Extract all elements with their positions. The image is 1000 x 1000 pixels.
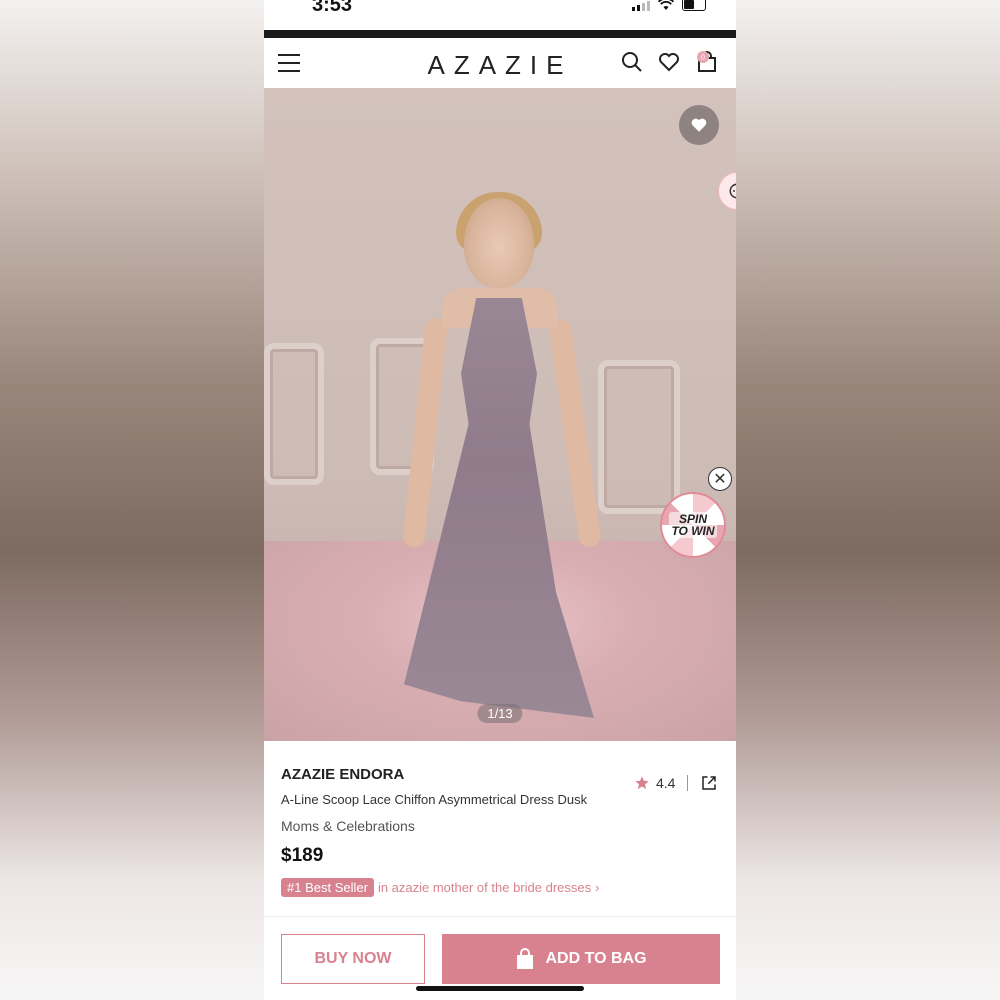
heart-icon[interactable] xyxy=(657,50,681,74)
star-icon xyxy=(635,776,649,789)
site-header: AZAZIE 0 xyxy=(264,38,736,88)
heart-icon xyxy=(691,118,707,132)
battery-icon xyxy=(682,0,706,11)
close-icon[interactable]: ✕ xyxy=(708,467,732,491)
search-icon[interactable] xyxy=(620,50,644,74)
best-seller-badge: #1 Best Seller xyxy=(281,878,374,897)
cart-count: 0 xyxy=(701,55,705,62)
phone-screen: 3:53 AZAZIE 0 1/13 ✕ SPIN TO WIN AZAZIE … xyxy=(264,0,736,1000)
home-indicator[interactable] xyxy=(416,986,584,991)
image-counter: 1/13 xyxy=(477,704,523,723)
share-icon[interactable] xyxy=(700,774,718,792)
rating[interactable]: 4.4 xyxy=(634,774,718,792)
best-seller-text: in azazie mother of the bride dresses xyxy=(377,880,592,895)
wall-panel xyxy=(264,343,324,485)
spin-line-2: TO WIN xyxy=(671,524,715,538)
shopping-bag-icon[interactable]: 0 xyxy=(695,50,719,74)
product-image[interactable]: 1/13 xyxy=(264,88,736,741)
spin-to-win-label: SPIN TO WIN xyxy=(669,512,717,538)
buy-now-button[interactable]: BUY NOW xyxy=(281,934,425,984)
add-to-bag-button[interactable]: ADD TO BAG xyxy=(442,934,720,984)
spin-to-win-button[interactable]: SPIN TO WIN xyxy=(660,492,726,558)
product-description: A-Line Scoop Lace Chiffon Asymmetrical D… xyxy=(281,792,588,807)
product-price: $189 xyxy=(281,845,324,866)
wifi-icon xyxy=(658,0,674,10)
product-brand: AZAZIE ENDORA xyxy=(281,766,405,783)
blurred-backdrop-left xyxy=(0,0,264,1000)
status-icons xyxy=(632,0,706,11)
model-face xyxy=(464,198,534,288)
product-category[interactable]: Moms & Celebrations xyxy=(281,818,415,834)
blurred-backdrop-right xyxy=(736,0,1000,1000)
model-arm xyxy=(548,317,602,549)
signal-icon xyxy=(632,1,650,11)
add-to-bag-label: ADD TO BAG xyxy=(545,950,647,967)
shopping-bag-icon xyxy=(517,948,534,969)
wall-panel xyxy=(598,360,680,514)
header-divider xyxy=(264,30,736,38)
rating-value: 4.4 xyxy=(656,775,676,791)
status-bar: 3:53 xyxy=(264,0,736,30)
product-info: AZAZIE ENDORA A-Line Scoop Lace Chiffon … xyxy=(264,741,736,921)
chat-icon xyxy=(729,183,736,199)
chevron-right-icon: › xyxy=(595,880,600,895)
best-seller-link[interactable]: #1 Best Seller in azazie mother of the b… xyxy=(281,878,599,897)
status-time: 3:53 xyxy=(312,0,353,16)
favorite-button[interactable] xyxy=(679,105,719,145)
divider xyxy=(687,775,689,791)
